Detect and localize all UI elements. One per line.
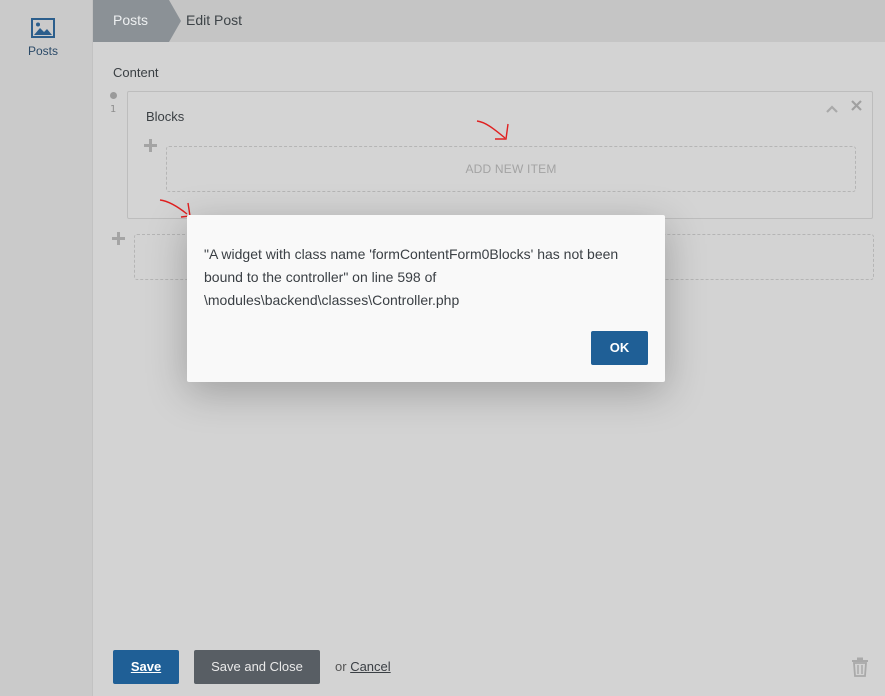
collapse-icon[interactable] [826, 101, 838, 116]
cancel-link[interactable]: Cancel [350, 659, 390, 674]
breadcrumb-current: Edit Post [186, 12, 243, 28]
footer-or-text: or Cancel [335, 659, 391, 674]
image-icon [31, 18, 55, 38]
breadcrumb: Posts Edit Post [93, 0, 885, 42]
save-button[interactable]: Save [113, 650, 179, 684]
plus-icon[interactable] [144, 136, 157, 157]
sidebar-item-label: Posts [27, 44, 58, 58]
breadcrumb-posts-link[interactable]: Posts [93, 0, 169, 42]
ok-button[interactable]: OK [591, 331, 648, 365]
breadcrumb-separator [169, 0, 181, 42]
close-icon[interactable] [851, 98, 862, 116]
sidebar-item-posts[interactable]: Posts [0, 18, 86, 58]
annotation-arrow-icon [476, 120, 509, 140]
repeater-item: Blocks ADD NEW ITEM [127, 91, 873, 219]
repeater-item-index: 1 [110, 104, 117, 115]
plus-icon[interactable] [112, 229, 125, 250]
error-dialog: "A widget with class name 'formContentFo… [187, 215, 665, 382]
repeater-item-handle[interactable] [110, 92, 117, 99]
or-label: or [335, 659, 347, 674]
sidebar: Posts [0, 0, 93, 696]
save-and-close-button[interactable]: Save and Close [194, 650, 320, 684]
error-message: "A widget with class name 'formContentFo… [204, 246, 619, 308]
trash-icon[interactable] [851, 657, 869, 677]
content-field-label: Content [113, 65, 159, 80]
blocks-field-label: Blocks [146, 109, 185, 124]
add-new-item-button[interactable]: ADD NEW ITEM [166, 146, 856, 192]
